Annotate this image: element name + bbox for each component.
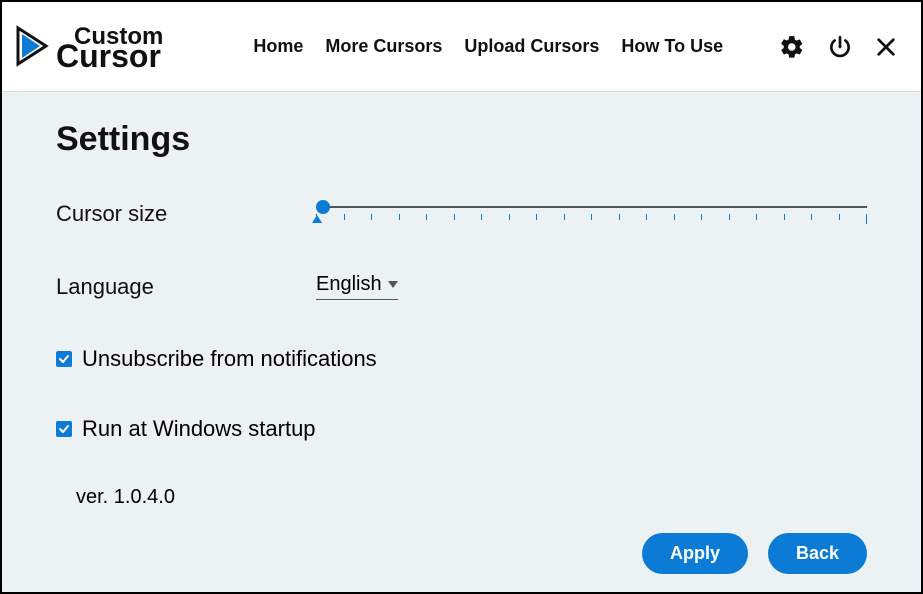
language-label: Language — [56, 274, 316, 300]
nav-more-cursors[interactable]: More Cursors — [325, 36, 442, 57]
slider-track — [316, 206, 867, 208]
app-logo[interactable]: Custom Cursor — [14, 24, 163, 68]
language-select[interactable]: English — [316, 273, 398, 300]
page-title: Settings — [56, 120, 867, 159]
nav-home[interactable]: Home — [253, 36, 303, 57]
startup-label: Run at Windows startup — [82, 416, 316, 442]
header: Custom Cursor Home More Cursors Upload C… — [2, 2, 921, 92]
footer: Apply Back — [642, 533, 867, 574]
main: Settings Cursor size Language English — [2, 92, 921, 509]
close-icon[interactable] — [875, 36, 897, 58]
startup-row: Run at Windows startup — [56, 416, 867, 442]
startup-checkbox[interactable] — [56, 421, 72, 437]
gear-icon[interactable] — [779, 34, 805, 60]
unsubscribe-label: Unsubscribe from notifications — [82, 346, 377, 372]
unsubscribe-checkbox[interactable] — [56, 351, 72, 367]
check-icon — [58, 423, 70, 435]
cursor-size-label: Cursor size — [56, 201, 316, 227]
language-row: Language English — [56, 273, 867, 300]
cursor-size-slider[interactable] — [316, 206, 867, 224]
chevron-down-icon — [388, 281, 398, 289]
logo-text: Custom Cursor — [56, 26, 163, 70]
cursor-logo-icon — [14, 24, 52, 68]
header-icons — [779, 34, 897, 60]
nav: Home More Cursors Upload Cursors How To … — [253, 36, 723, 57]
power-icon[interactable] — [827, 34, 853, 60]
nav-how-to-use[interactable]: How To Use — [621, 36, 723, 57]
apply-button[interactable]: Apply — [642, 533, 748, 574]
unsubscribe-row: Unsubscribe from notifications — [56, 346, 867, 372]
cursor-size-row: Cursor size — [56, 201, 867, 227]
logo-text-bot: Cursor — [56, 42, 163, 71]
language-value: English — [316, 273, 382, 296]
nav-upload-cursors[interactable]: Upload Cursors — [464, 36, 599, 57]
slider-ticks — [316, 214, 867, 224]
slider-thumb[interactable] — [316, 200, 330, 214]
back-button[interactable]: Back — [768, 533, 867, 574]
check-icon — [58, 353, 70, 365]
version-text: ver. 1.0.4.0 — [76, 486, 867, 509]
